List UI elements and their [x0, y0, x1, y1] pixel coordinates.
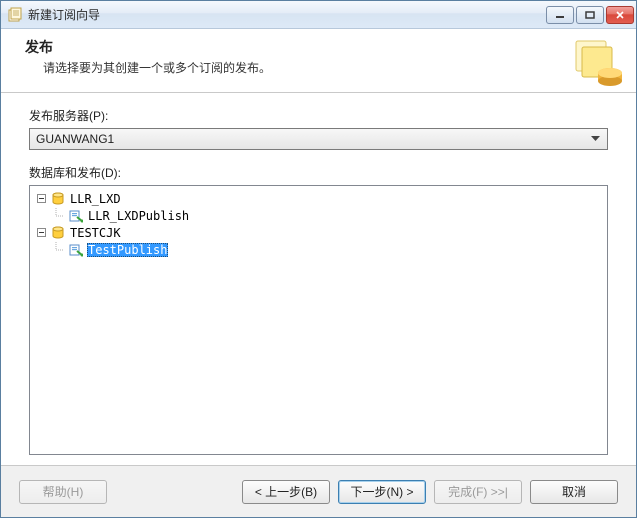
publisher-server-value: GUANWANG1 — [36, 132, 587, 146]
database-icon — [50, 191, 66, 207]
tree-node-database[interactable]: TESTCJK — [32, 224, 605, 241]
wizard-body: 发布服务器(P): GUANWANG1 数据库和发布(D): — [1, 93, 636, 465]
tree-node-database[interactable]: LLR_LXD — [32, 190, 605, 207]
tree-node-label: LLR_LXDPublish — [87, 209, 190, 223]
tree-leaf-connector — [50, 242, 68, 258]
publisher-server-combo[interactable]: GUANWANG1 — [29, 128, 608, 150]
wizard-footer: 帮助(H) < 上一步(B) 下一步(N) > 完成(F) >>| 取消 — [1, 465, 636, 517]
window-title: 新建订阅向导 — [28, 6, 546, 23]
publisher-server-label: 发布服务器(P): — [29, 107, 608, 124]
window-controls — [546, 6, 634, 24]
help-button[interactable]: 帮助(H) — [19, 480, 107, 504]
page-title: 发布 — [25, 37, 570, 57]
header-illustration-icon — [570, 37, 626, 89]
tree-node-publication[interactable]: TestPublish — [32, 241, 605, 258]
minimize-button[interactable] — [546, 6, 574, 24]
back-button[interactable]: < 上一步(B) — [242, 480, 330, 504]
tree-leaf-connector — [50, 208, 68, 224]
collapse-icon[interactable] — [32, 225, 50, 241]
titlebar: 新建订阅向导 — [1, 1, 636, 29]
cancel-button[interactable]: 取消 — [530, 480, 618, 504]
wizard-header: 发布 请选择要为其创建一个或多个订阅的发布。 — [1, 29, 636, 93]
databases-publications-label: 数据库和发布(D): — [29, 164, 608, 181]
tree-node-publication[interactable]: LLR_LXDPublish — [32, 207, 605, 224]
publication-icon — [68, 242, 84, 258]
next-button[interactable]: 下一步(N) > — [338, 480, 426, 504]
page-subtitle: 请选择要为其创建一个或多个订阅的发布。 — [25, 59, 570, 76]
publication-icon — [68, 208, 84, 224]
tree-node-label: TESTCJK — [69, 226, 122, 240]
finish-button[interactable]: 完成(F) >>| — [434, 480, 522, 504]
chevron-down-icon — [587, 129, 603, 149]
tree-node-label: LLR_LXD — [69, 192, 122, 206]
tree-node-label: TestPublish — [87, 243, 168, 257]
app-icon — [7, 7, 23, 23]
close-button[interactable] — [606, 6, 634, 24]
maximize-button[interactable] — [576, 6, 604, 24]
wizard-window: 新建订阅向导 发布 请选择要为其创建一个或多个订阅的发布。 — [0, 0, 637, 518]
collapse-icon[interactable] — [32, 191, 50, 207]
publications-tree[interactable]: LLR_LXD — [29, 185, 608, 455]
database-icon — [50, 225, 66, 241]
